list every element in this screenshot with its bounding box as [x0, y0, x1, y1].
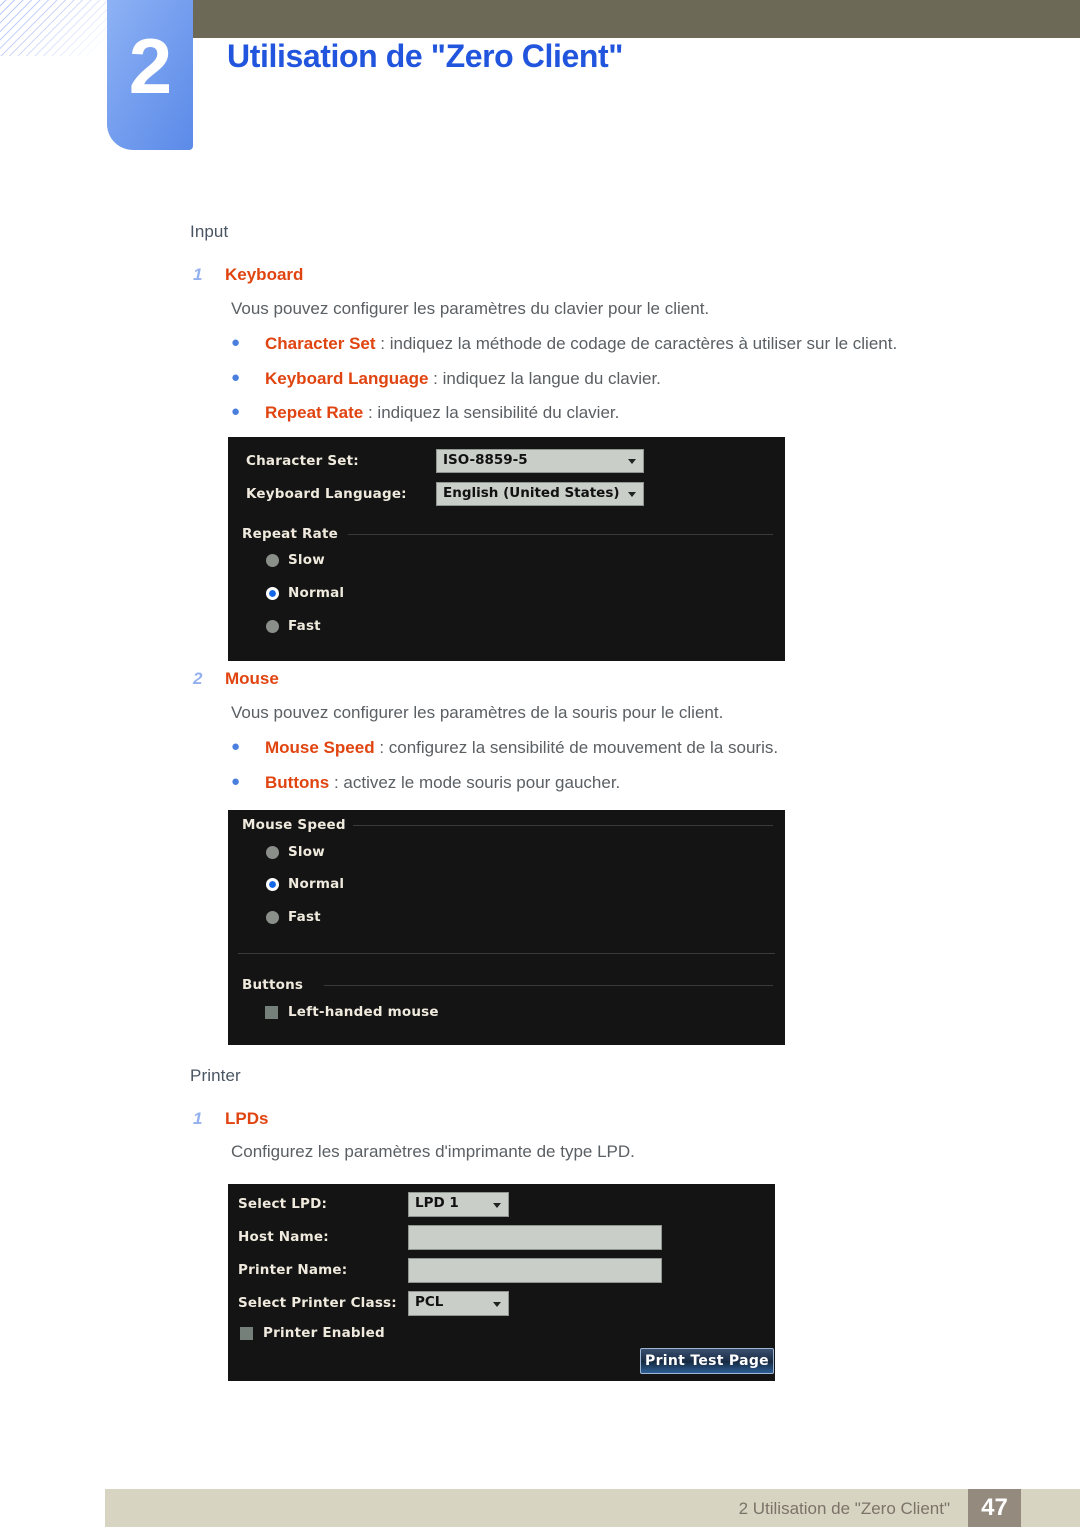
bullet-text: : configurez la sensibilité de mouvement…	[374, 738, 779, 757]
printer-class-value: PCL	[415, 1294, 444, 1310]
radio-label-normal: Normal	[288, 585, 345, 601]
decorative-hatch-pattern	[0, 0, 112, 56]
printer-name-input[interactable]	[408, 1258, 662, 1283]
bullet-dot-icon: ●	[231, 334, 241, 351]
radio-mouse-slow[interactable]	[266, 846, 279, 859]
radio-label-fast: Fast	[288, 909, 321, 925]
bullet-text: : indiquez la sensibilité du clavier.	[363, 403, 620, 422]
header-olive-bar	[193, 0, 1080, 38]
paragraph-lpds-intro: Configurez les paramètres d'imprimante d…	[231, 1142, 635, 1161]
checkbox-label-left-handed-mouse: Left-handed mouse	[288, 1004, 439, 1020]
list-item-lpds: 1 LPDs	[193, 1109, 268, 1129]
character-set-dropdown[interactable]: ISO-8859-5	[436, 449, 644, 473]
item-heading: LPDs	[225, 1109, 269, 1128]
chevron-down-icon	[493, 1301, 501, 1307]
character-set-value: ISO-8859-5	[443, 452, 528, 468]
page-number: 47	[968, 1489, 1021, 1527]
chevron-down-icon	[493, 1202, 501, 1208]
mouse-speed-group-title: Mouse Speed	[242, 817, 346, 833]
radio-mouse-normal[interactable]	[266, 878, 279, 891]
radio-label-normal: Normal	[288, 876, 345, 892]
printer-class-label: Select Printer Class:	[238, 1295, 397, 1311]
keyboard-language-value: English (United States)	[443, 485, 620, 501]
radio-repeat-slow[interactable]	[266, 554, 279, 567]
checkbox-printer-enabled[interactable]	[240, 1327, 253, 1340]
chevron-down-icon	[628, 459, 636, 464]
radio-mouse-fast[interactable]	[266, 911, 279, 924]
item-heading: Keyboard	[225, 265, 304, 284]
keyboard-settings-screenshot: Character Set: ISO-8859-5 Keyboard Langu…	[228, 437, 785, 661]
bullet-keyboard-language: ● Keyboard Language : indiquez la langue …	[231, 369, 661, 389]
item-number: 1	[193, 1109, 203, 1128]
section-divider	[238, 953, 775, 954]
bullet-dot-icon: ●	[231, 773, 241, 790]
group-divider	[324, 985, 773, 986]
keyboard-language-dropdown[interactable]: English (United States)	[436, 482, 644, 506]
keyboard-language-label: Keyboard Language:	[246, 486, 407, 502]
character-set-label: Character Set:	[246, 453, 359, 469]
chapter-number-badge: 2	[107, 0, 193, 150]
bullet-term: Keyboard Language	[265, 369, 429, 388]
checkbox-left-handed-mouse[interactable]	[265, 1006, 278, 1019]
footer-chapter-text: 2 Utilisation de "Zero Client"	[738, 1499, 950, 1518]
bullet-repeat-rate: ● Repeat Rate : indiquez la sensibilité d…	[231, 403, 619, 423]
select-lpd-value: LPD 1	[415, 1195, 459, 1211]
section-label-input: Input	[190, 222, 229, 241]
group-divider	[353, 825, 773, 826]
bullet-dot-icon: ●	[231, 738, 241, 755]
bullet-term: Repeat Rate	[265, 403, 364, 422]
buttons-group-title: Buttons	[242, 977, 304, 993]
bullet-buttons: ● Buttons : activez le mode souris pour g…	[231, 773, 620, 793]
bullet-dot-icon: ●	[231, 369, 241, 386]
section-label-printer: Printer	[190, 1066, 241, 1085]
select-lpd-label: Select LPD:	[238, 1196, 328, 1212]
mouse-settings-screenshot: Mouse Speed Slow Normal Fast Buttons Lef…	[228, 810, 785, 1045]
radio-repeat-fast[interactable]	[266, 620, 279, 633]
printer-name-label: Printer Name:	[238, 1262, 348, 1278]
paragraph-mouse-intro: Vous pouvez configurer les paramètres de…	[231, 703, 724, 722]
bullet-mouse-speed: ● Mouse Speed : configurez la sensibilité…	[231, 738, 778, 758]
bullet-text: : indiquez la langue du clavier.	[428, 369, 661, 388]
bullet-dot-icon: ●	[231, 403, 241, 420]
bullet-text: : indiquez la méthode de codage de carac…	[375, 334, 898, 353]
select-lpd-dropdown[interactable]: LPD 1	[408, 1192, 509, 1217]
bullet-term: Mouse Speed	[265, 738, 375, 757]
item-number: 1	[193, 265, 203, 284]
host-name-input[interactable]	[408, 1225, 662, 1250]
print-test-page-button[interactable]: Print Test Page	[640, 1348, 774, 1374]
list-item-keyboard: 1 Keyboard	[193, 265, 303, 285]
radio-label-fast: Fast	[288, 618, 321, 634]
checkbox-label-printer-enabled: Printer Enabled	[263, 1325, 385, 1341]
bullet-character-set: ● Character Set : indiquez la méthode de …	[231, 334, 897, 354]
lpd-settings-screenshot: Select LPD: LPD 1 Host Name: Printer Nam…	[228, 1184, 775, 1381]
radio-label-slow: Slow	[288, 844, 325, 860]
page-title: Utilisation de "Zero Client"	[227, 38, 624, 74]
item-heading: Mouse	[225, 669, 279, 688]
item-number: 2	[193, 669, 203, 688]
select-printer-class-dropdown[interactable]: PCL	[408, 1291, 509, 1316]
chevron-down-icon	[628, 492, 636, 497]
host-name-label: Host Name:	[238, 1229, 329, 1245]
list-item-mouse: 2 Mouse	[193, 669, 279, 689]
bullet-term: Buttons	[265, 773, 330, 792]
bullet-term: Character Set	[265, 334, 376, 353]
bullet-text: : activez le mode souris pour gaucher.	[329, 773, 621, 792]
group-divider	[348, 534, 773, 535]
radio-label-slow: Slow	[288, 552, 325, 568]
repeat-rate-group-title: Repeat Rate	[242, 526, 338, 542]
paragraph-keyboard-intro: Vous pouvez configurer les paramètres du…	[231, 299, 710, 318]
radio-repeat-normal[interactable]	[266, 587, 279, 600]
